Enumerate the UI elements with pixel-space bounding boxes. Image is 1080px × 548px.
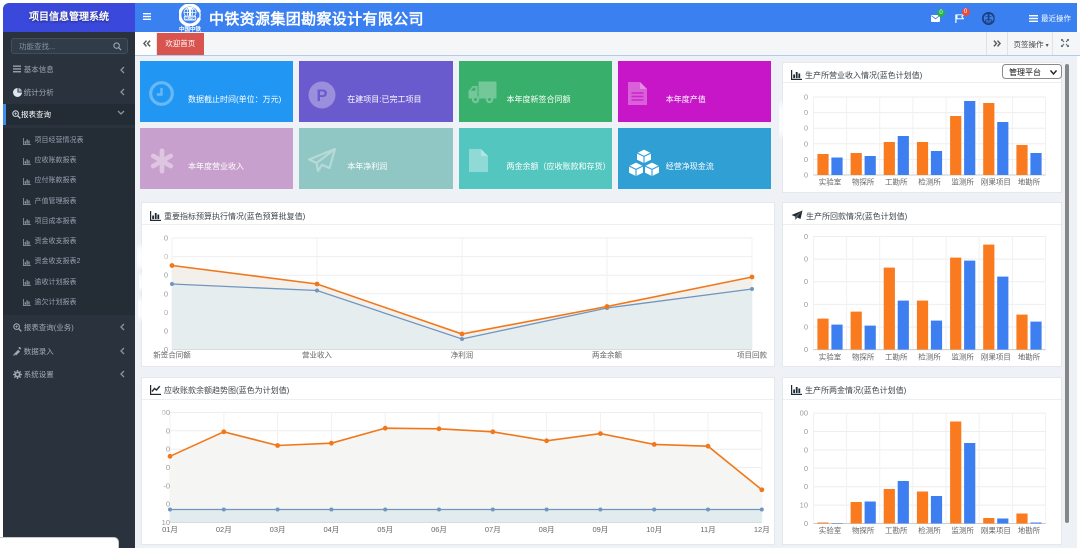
- svg-text:项目回款: 项目回款: [737, 350, 767, 360]
- svg-text:刚果项目: 刚果项目: [981, 353, 1011, 362]
- svg-text:0: 0: [804, 255, 808, 264]
- svg-text:P: P: [317, 87, 328, 105]
- svg-text:0: 0: [804, 445, 808, 454]
- svg-text:检测所: 检测所: [918, 525, 941, 535]
- svg-text:实验室: 实验室: [819, 352, 842, 362]
- svg-text:物探所: 物探所: [852, 177, 875, 187]
- svg-text:刚果项目: 刚果项目: [981, 526, 1011, 535]
- svg-text:0: 0: [164, 234, 168, 243]
- svg-text:0: 0: [804, 482, 808, 491]
- svg-text:06月: 06月: [431, 525, 447, 534]
- svg-text:0: 0: [804, 139, 808, 148]
- svg-text:03月: 03月: [270, 525, 286, 534]
- svg-text:0: 0: [166, 444, 170, 453]
- svg-text:检测所: 检测所: [918, 352, 941, 362]
- svg-text:0: 0: [166, 499, 170, 508]
- svg-text:12月: 12月: [754, 525, 770, 534]
- svg-text:CREC: CREC: [185, 16, 195, 20]
- svg-text:08月: 08月: [539, 525, 555, 534]
- svg-text:0: 0: [804, 300, 808, 309]
- svg-text:00: 00: [800, 408, 808, 417]
- svg-text:地勘所: 地勘所: [1018, 177, 1041, 187]
- svg-text:检测所: 检测所: [918, 177, 941, 187]
- svg-text:10: 10: [800, 500, 808, 509]
- svg-text:监测所: 监测所: [951, 525, 974, 535]
- svg-text:工勘所: 工勘所: [885, 352, 908, 362]
- svg-text:0: 0: [166, 463, 170, 472]
- svg-text:0: 0: [164, 326, 168, 335]
- svg-text:0: 0: [804, 463, 808, 472]
- svg-text:物探所: 物探所: [852, 525, 875, 535]
- svg-text:实验室: 实验室: [819, 525, 842, 535]
- svg-text:11月: 11月: [700, 525, 715, 534]
- svg-text:工勘所: 工勘所: [885, 177, 908, 187]
- svg-text:04月: 04月: [323, 525, 339, 534]
- svg-text:05月: 05月: [377, 525, 393, 534]
- svg-text:刚果项目: 刚果项目: [981, 178, 1011, 187]
- svg-text:两金余额: 两金余额: [592, 350, 622, 360]
- svg-text:新签合同额: 新签合同额: [153, 350, 191, 360]
- svg-text:0: 0: [804, 345, 808, 354]
- svg-text:01月: 01月: [162, 525, 178, 534]
- svg-text:地勘所: 地勘所: [1018, 352, 1041, 362]
- svg-text:监测所: 监测所: [951, 177, 974, 187]
- svg-text:地勘所: 地勘所: [1018, 525, 1041, 535]
- svg-text:0: 0: [804, 427, 808, 436]
- svg-text:监测所: 监测所: [951, 352, 974, 362]
- svg-text:09月: 09月: [592, 525, 608, 534]
- svg-text:0: 0: [804, 323, 808, 332]
- svg-text:0: 0: [804, 155, 808, 164]
- svg-text:10月: 10月: [646, 525, 662, 534]
- svg-text:02月: 02月: [216, 525, 232, 534]
- svg-text:实验室: 实验室: [819, 177, 842, 187]
- svg-text:07月: 07月: [485, 525, 501, 534]
- svg-text:营业收入: 营业收入: [302, 350, 332, 360]
- svg-text:净利润: 净利润: [451, 350, 474, 360]
- svg-text:0: 0: [804, 171, 808, 180]
- svg-text:0: 0: [804, 519, 808, 528]
- svg-text:-0: -0: [163, 481, 170, 490]
- svg-text:0: 0: [804, 277, 808, 286]
- svg-text:物探所: 物探所: [852, 352, 875, 362]
- svg-text:工勘所: 工勘所: [885, 525, 908, 535]
- svg-text:0: 0: [804, 232, 808, 241]
